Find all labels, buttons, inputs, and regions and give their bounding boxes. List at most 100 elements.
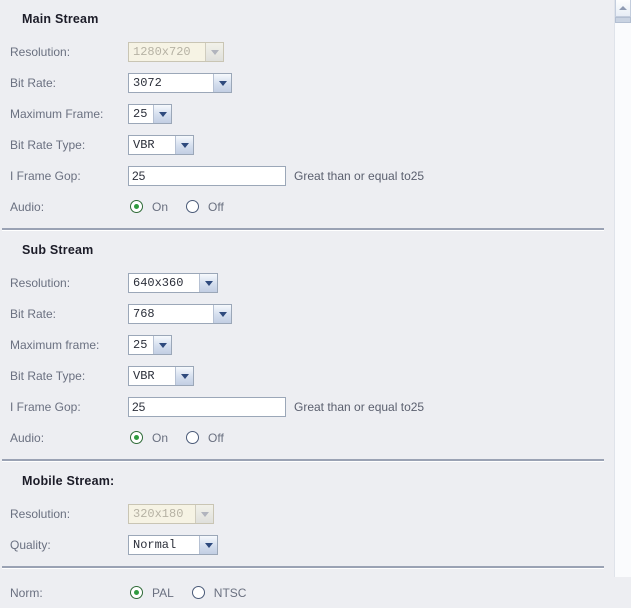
chevron-down-icon[interactable] bbox=[213, 73, 231, 92]
row-sub-bitrate: Bit Rate: 768 bbox=[0, 298, 614, 329]
sub-resolution-label: Resolution: bbox=[10, 275, 71, 290]
divider-after-mobile-stream bbox=[2, 566, 604, 569]
mobile-resolution-value: 320x180 bbox=[133, 506, 184, 521]
mobile-resolution-label: Resolution: bbox=[10, 506, 71, 521]
chevron-down-icon[interactable] bbox=[175, 135, 193, 154]
sub-audio-off-label: Off bbox=[208, 430, 224, 445]
radio-selected-icon[interactable] bbox=[130, 200, 143, 213]
main-maximum-frame-control: 25 bbox=[128, 103, 172, 124]
section-main-stream: Main Stream Resolution: 1280x720 Bit Rat… bbox=[0, 0, 614, 222]
sub-audio-on-option[interactable]: On bbox=[130, 431, 168, 445]
row-main-bitrate-type: Bit Rate Type: VBR bbox=[0, 129, 614, 160]
row-sub-resolution: Resolution: 640x360 bbox=[0, 267, 614, 298]
row-sub-bitrate-type: Bit Rate Type: VBR bbox=[0, 360, 614, 391]
row-main-maximum-frame: Maximum Frame: 25 bbox=[0, 98, 614, 129]
radio-unselected-icon[interactable] bbox=[186, 200, 200, 213]
norm-control: PAL NTSC bbox=[130, 586, 246, 600]
row-mobile-resolution: Resolution: 320x180 bbox=[0, 498, 614, 529]
main-maximum-frame-select[interactable]: 25 bbox=[128, 103, 172, 124]
main-audio-radio-group: On Off bbox=[130, 200, 224, 214]
row-sub-iframe-gop: I Frame Gop: Great than or equal to25 bbox=[0, 391, 614, 422]
sub-iframe-gop-input[interactable] bbox=[128, 396, 286, 417]
row-main-bitrate: Bit Rate: 3072 bbox=[0, 67, 614, 98]
sub-maximum-frame-select[interactable]: 25 bbox=[128, 334, 172, 355]
section-mobile-stream: Mobile Stream: Resolution: 320x180 Quali… bbox=[0, 462, 614, 560]
main-iframe-gop-control: Great than or equal to25 bbox=[128, 165, 425, 186]
chevron-down-icon[interactable] bbox=[175, 366, 193, 385]
sub-bitrate-type-control: VBR bbox=[128, 365, 194, 386]
sub-maximum-frame-value: 25 bbox=[133, 337, 148, 352]
main-iframe-gop-label: I Frame Gop: bbox=[10, 168, 81, 183]
mobile-resolution-select: 320x180 bbox=[128, 503, 214, 524]
chevron-down-icon[interactable] bbox=[213, 304, 231, 323]
sub-audio-control: On Off bbox=[130, 431, 224, 445]
main-resolution-control: 1280x720 bbox=[128, 41, 224, 62]
sub-bitrate-label: Bit Rate: bbox=[10, 306, 57, 321]
main-audio-label: Audio: bbox=[10, 199, 45, 214]
row-mobile-quality: Quality: Normal bbox=[0, 529, 614, 560]
main-audio-off-label: Off bbox=[208, 199, 224, 214]
radio-selected-icon[interactable] bbox=[130, 431, 143, 444]
main-iframe-gop-input[interactable] bbox=[128, 165, 286, 186]
vertical-scrollbar[interactable] bbox=[614, 0, 631, 577]
mobile-quality-control: Normal bbox=[128, 534, 218, 555]
main-audio-off-option[interactable]: Off bbox=[186, 200, 224, 214]
sub-bitrate-type-select[interactable]: VBR bbox=[128, 365, 194, 386]
main-audio-on-option[interactable]: On bbox=[130, 200, 168, 214]
sub-resolution-value: 640x360 bbox=[133, 275, 184, 290]
norm-label: Norm: bbox=[10, 585, 43, 600]
mobile-quality-select[interactable]: Normal bbox=[128, 534, 218, 555]
main-stream-heading: Main Stream bbox=[22, 12, 99, 26]
scroll-up-button[interactable] bbox=[615, 0, 631, 17]
main-resolution-label: Resolution: bbox=[10, 44, 71, 59]
row-main-audio: Audio: On Off bbox=[0, 191, 614, 222]
row-norm: Norm: PAL NTSC bbox=[0, 577, 614, 608]
main-bitrate-type-value: VBR bbox=[133, 137, 155, 152]
main-iframe-gop-hint: Great than or equal to25 bbox=[294, 168, 425, 183]
norm-ntsc-label: NTSC bbox=[213, 585, 247, 600]
norm-pal-label: PAL bbox=[152, 585, 174, 600]
chevron-down-icon bbox=[195, 504, 213, 523]
radio-unselected-icon[interactable] bbox=[186, 431, 200, 444]
sub-resolution-control: 640x360 bbox=[128, 272, 218, 293]
radio-unselected-icon[interactable] bbox=[191, 586, 205, 599]
row-main-iframe-gop: I Frame Gop: Great than or equal to25 bbox=[0, 160, 614, 191]
sub-audio-label: Audio: bbox=[10, 430, 45, 445]
sub-resolution-select[interactable]: 640x360 bbox=[128, 272, 218, 293]
main-audio-on-label: On bbox=[152, 199, 169, 214]
main-resolution-value: 1280x720 bbox=[133, 44, 191, 59]
sub-iframe-gop-hint: Great than or equal to25 bbox=[294, 399, 425, 414]
scrollbar-track[interactable] bbox=[615, 23, 631, 577]
norm-pal-option[interactable]: PAL bbox=[130, 586, 174, 600]
mobile-stream-heading: Mobile Stream: bbox=[22, 474, 115, 488]
main-bitrate-value: 3072 bbox=[133, 75, 162, 90]
sub-bitrate-control: 768 bbox=[128, 303, 232, 324]
sub-iframe-gop-label: I Frame Gop: bbox=[10, 399, 81, 414]
sub-audio-off-option[interactable]: Off bbox=[186, 431, 224, 445]
chevron-down-icon[interactable] bbox=[153, 104, 171, 123]
main-bitrate-type-control: VBR bbox=[128, 134, 194, 155]
row-sub-audio: Audio: On Off bbox=[0, 422, 614, 453]
radio-selected-icon[interactable] bbox=[130, 586, 143, 599]
mobile-resolution-control: 320x180 bbox=[128, 503, 214, 524]
mobile-quality-value: Normal bbox=[133, 537, 177, 552]
chevron-down-icon[interactable] bbox=[199, 273, 217, 292]
main-maximum-frame-label: Maximum Frame: bbox=[10, 106, 104, 121]
sub-audio-radio-group: On Off bbox=[130, 431, 224, 445]
chevron-up-icon bbox=[619, 6, 627, 10]
sub-stream-heading: Sub Stream bbox=[22, 243, 94, 257]
sub-iframe-gop-control: Great than or equal to25 bbox=[128, 396, 425, 417]
main-bitrate-type-label: Bit Rate Type: bbox=[10, 137, 86, 152]
chevron-down-icon[interactable] bbox=[199, 535, 217, 554]
sub-bitrate-select[interactable]: 768 bbox=[128, 303, 232, 324]
chevron-down-icon[interactable] bbox=[153, 335, 171, 354]
row-main-resolution: Resolution: 1280x720 bbox=[0, 36, 614, 67]
norm-ntsc-option[interactable]: NTSC bbox=[191, 585, 247, 600]
main-bitrate-label: Bit Rate: bbox=[10, 75, 57, 90]
main-bitrate-select[interactable]: 3072 bbox=[128, 72, 232, 93]
stream-settings-page: Main Stream Resolution: 1280x720 Bit Rat… bbox=[0, 0, 614, 600]
main-bitrate-type-select[interactable]: VBR bbox=[128, 134, 194, 155]
sub-bitrate-type-value: VBR bbox=[133, 368, 155, 383]
main-resolution-select: 1280x720 bbox=[128, 41, 224, 62]
main-audio-control: On Off bbox=[130, 200, 224, 214]
